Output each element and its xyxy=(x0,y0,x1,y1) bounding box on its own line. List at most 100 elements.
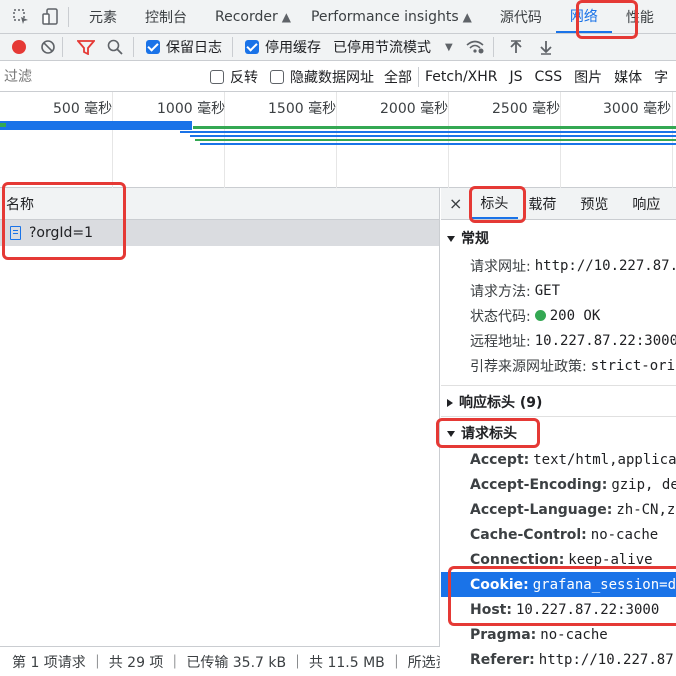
section-divider xyxy=(441,416,676,417)
request-header-row-selected[interactable]: Cookie: grafana_session=d5 xyxy=(441,572,676,597)
request-row[interactable]: ?orgId=1 xyxy=(0,220,439,246)
filter-icon[interactable] xyxy=(77,39,95,55)
throttling-select[interactable]: 已停用节流模式 ▼ xyxy=(333,37,453,57)
search-icon[interactable] xyxy=(107,39,123,55)
timeline-bar-script xyxy=(0,123,6,127)
general-section-toggle[interactable]: 常规 xyxy=(447,228,489,248)
header-value: http://10.227.87. xyxy=(538,651,676,668)
header-value: 10.227.87.22:3000 xyxy=(534,332,676,349)
header-key: Cookie: xyxy=(470,576,529,593)
tab-preview[interactable]: 预览 xyxy=(566,188,618,219)
import-har-icon[interactable] xyxy=(508,39,524,55)
type-filter-font[interactable]: 字 xyxy=(654,67,668,87)
divider xyxy=(62,37,63,57)
general-row: 请求网址: http://10.227.87. xyxy=(470,253,676,278)
export-har-icon[interactable] xyxy=(538,39,554,55)
section-divider xyxy=(441,385,676,386)
header-value: text/html,applicat xyxy=(533,451,676,468)
document-icon xyxy=(10,226,21,240)
header-key: 请求网址: xyxy=(470,258,531,275)
type-filter-all[interactable]: 全部 xyxy=(384,67,412,87)
checkbox-unchecked[interactable] xyxy=(270,69,284,84)
invert-checkbox[interactable]: 反转 xyxy=(210,67,258,87)
disable-cache-checkbox[interactable]: 停用缓存 xyxy=(245,37,321,57)
close-icon[interactable]: × xyxy=(441,194,470,213)
tab-network[interactable]: 网络 xyxy=(555,0,612,33)
network-toolbar: 保留日志 停用缓存 已停用节流模式 ▼ xyxy=(0,34,676,61)
header-key: Accept-Language: xyxy=(470,501,613,518)
timeline-bar-xhr xyxy=(200,143,676,145)
header-key: 请求方法: xyxy=(470,283,531,300)
request-header-row: Accept: text/html,applicat xyxy=(470,447,676,472)
response-headers-section-toggle[interactable]: 响应标头 (9) xyxy=(447,392,542,412)
checkbox-unchecked[interactable] xyxy=(210,69,224,84)
clear-icon[interactable] xyxy=(40,39,56,55)
filter-bar: 反转 隐藏数据网址 全部 Fetch/XHR JS CSS 图片 媒体 字 xyxy=(0,62,676,92)
device-toolbar-icon[interactable] xyxy=(40,7,62,26)
tab-sources[interactable]: 源代码 xyxy=(486,0,556,33)
request-header-row: Host: 10.227.87.22:3000 xyxy=(470,597,676,622)
header-value: 200 OK xyxy=(549,307,601,324)
request-header-row: Connection: keep-alive xyxy=(470,547,676,572)
hide-data-urls-checkbox[interactable]: 隐藏数据网址 xyxy=(270,67,374,87)
header-key: Accept: xyxy=(470,451,530,468)
divider xyxy=(133,37,134,57)
network-conditions-icon[interactable] xyxy=(465,39,485,55)
record-button[interactable] xyxy=(12,40,26,54)
type-filter-fetch-xhr[interactable]: Fetch/XHR xyxy=(425,69,498,85)
header-value: grafana_session=d5 xyxy=(532,576,676,593)
tab-headers[interactable]: 标头 xyxy=(470,188,519,219)
header-value: no-cache xyxy=(590,526,659,543)
type-filter-css[interactable]: CSS xyxy=(535,69,563,85)
request-header-row: Referer: http://10.227.87. xyxy=(470,647,676,672)
type-filter-media[interactable]: 媒体 xyxy=(614,67,642,87)
tab-elements[interactable]: 元素 xyxy=(75,0,131,33)
tab-performance[interactable]: 性能 xyxy=(612,0,668,33)
tab-initiator[interactable]: 字 xyxy=(670,188,676,219)
request-headers-section-toggle[interactable]: 请求标头 xyxy=(447,423,517,443)
header-key: Referer: xyxy=(470,651,535,668)
tab-console[interactable]: 控制台 xyxy=(131,0,201,33)
type-filter-img[interactable]: 图片 xyxy=(574,67,602,87)
timeline-bar-xhr xyxy=(190,135,676,137)
header-key: 远程地址: xyxy=(470,333,531,350)
tab-performance-insights[interactable]: Performance insights ▲ xyxy=(297,0,486,33)
header-key: 状态代码: xyxy=(470,308,531,325)
response-headers-title: 响应标头 (9) xyxy=(459,395,543,411)
request-list-panel: 名称 ?orgId=1 xyxy=(0,188,440,646)
divider xyxy=(492,37,494,57)
tab-recorder-label: Recorder xyxy=(215,8,278,25)
timeline-tick-label: 1500 毫秒 xyxy=(268,101,337,117)
request-header-row: Pragma: no-cache xyxy=(470,622,676,647)
dropdown-arrow-icon: ▼ xyxy=(445,41,453,53)
throttling-value: 已停用节流模式 xyxy=(333,40,431,56)
timeline-bar-document xyxy=(0,121,192,130)
header-value: strict-ori xyxy=(590,357,676,374)
request-detail-panel: × 标头 载荷 预览 响应 字 常规 请求网址:http://10.227.87… xyxy=(441,188,676,676)
preserve-log-checkbox[interactable]: 保留日志 xyxy=(146,37,222,57)
header-key: Host: xyxy=(470,601,512,618)
timeline-bar-xhr xyxy=(180,131,676,133)
checkbox-checked[interactable] xyxy=(245,40,259,54)
timeline-tick-label: 1000 毫秒 xyxy=(157,101,226,117)
header-value: http://10.227.87. xyxy=(534,257,676,274)
type-filter-js[interactable]: JS xyxy=(510,69,523,85)
timeline-overview[interactable]: 500 毫秒 1000 毫秒 1500 毫秒 2000 毫秒 2500 毫秒 3… xyxy=(0,92,676,188)
checkbox-checked[interactable] xyxy=(146,40,160,54)
request-header-row: Accept-Encoding:gzip, def xyxy=(470,472,676,497)
preserve-log-label: 保留日志 xyxy=(166,40,222,56)
detail-tab-bar: × 标头 载荷 预览 响应 字 xyxy=(441,188,676,220)
header-key: Connection: xyxy=(470,551,565,568)
timeline-tick-label: 2500 毫秒 xyxy=(492,101,561,117)
divider xyxy=(68,6,69,27)
tab-performance-insights-label: Performance insights xyxy=(310,8,459,25)
inspect-element-icon[interactable] xyxy=(10,8,32,26)
flask-icon: ▲ xyxy=(281,9,291,24)
general-row: 远程地址: 10.227.87.22:3000 xyxy=(470,328,676,353)
name-column-header[interactable]: 名称 xyxy=(0,188,439,220)
timeline-tick-label: 500 毫秒 xyxy=(53,101,113,117)
tab-payload[interactable]: 载荷 xyxy=(518,188,566,219)
tab-response[interactable]: 响应 xyxy=(618,188,670,219)
tab-recorder[interactable]: Recorder ▲ xyxy=(201,0,297,33)
filter-input[interactable] xyxy=(4,65,204,88)
